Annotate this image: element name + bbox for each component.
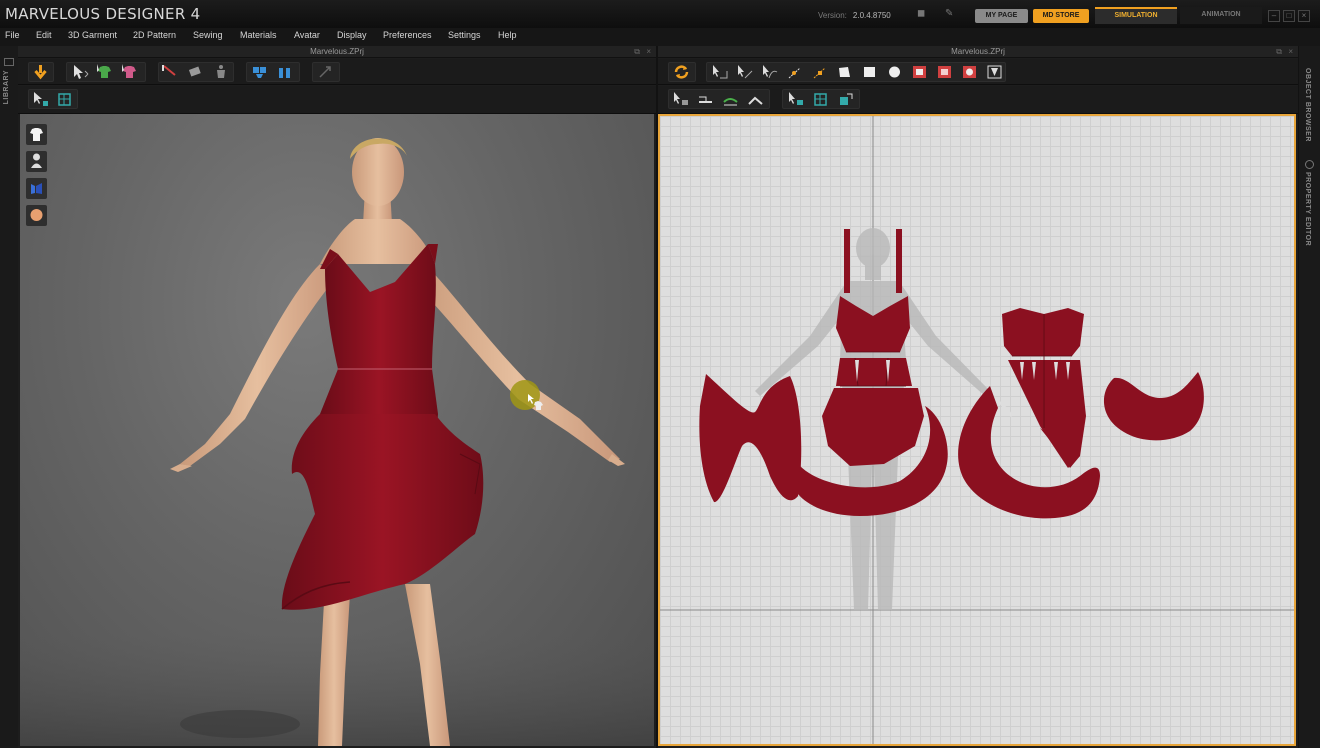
left-sidebar: LIBRARY [0,46,18,748]
arrangement-icon[interactable] [275,63,294,81]
pattern-back-skirt [1008,360,1086,468]
pattern-back-bodice [1002,308,1084,356]
edit-point-icon[interactable] [735,63,754,81]
title-bar: MARVELOUS DESIGNER 4 Version: 2.0.4.8750 … [0,0,1320,28]
md-store-button[interactable]: MD STORE [1033,9,1089,23]
animation-mode-tab[interactable]: ANIMATION [1180,7,1262,24]
pin-icon[interactable] [161,63,180,81]
pattern-canvas [660,116,1294,744]
fold-arrange-icon[interactable] [250,63,269,81]
tack-icon[interactable] [186,63,205,81]
segment-sewing-icon[interactable] [696,90,715,108]
free-sewing-icon[interactable] [721,90,740,108]
edit-sewing-icon[interactable] [671,90,690,108]
floor-shadow [180,710,300,738]
version-value: 2.0.4.8750 [852,11,891,20]
my-page-button[interactable]: MY PAGE [975,9,1028,23]
float-icon[interactable]: ⧉ [634,47,640,57]
maximize-icon[interactable]: □ [1283,10,1295,22]
garment-move-icon[interactable] [120,63,139,81]
refresh-icon[interactable] [672,63,691,81]
simulation-mode-tab[interactable]: SIMULATION [1095,7,1177,24]
panel-3d-title: Marvelous.ZPrj [18,46,656,58]
internal-rectangle-icon[interactable] [935,63,954,81]
version-label: Version: [818,11,847,20]
internal-circle-icon[interactable] [960,63,979,81]
viewport-2d[interactable] [658,114,1296,746]
fold-sewing-icon[interactable] [746,90,765,108]
garment-select-icon[interactable] [95,63,114,81]
simulate-icon[interactable] [31,63,50,81]
feedback-icon[interactable]: ✎ [945,9,959,19]
pattern-left-skirt [699,374,802,503]
measure-icon[interactable] [316,63,335,81]
avatar-pose-icon[interactable] [211,63,230,81]
menu-sewing[interactable]: Sewing [193,30,223,40]
toolbar-3d-row2 [18,86,656,114]
menu-display[interactable]: Display [337,30,367,40]
transform-pattern-icon[interactable] [710,63,729,81]
toolbar-2d-row1 [658,59,1298,85]
camera-icon[interactable]: ◼ [917,9,931,19]
pattern-front-skirt [822,388,924,466]
panel-close-icon[interactable]: × [646,47,651,56]
select-pattern-icon[interactable] [31,90,50,108]
texture-icon[interactable] [55,90,74,108]
object-browser-tab[interactable]: OBJECT BROWSER [1304,68,1311,142]
select-texture-icon[interactable] [786,90,805,108]
rectangle-icon[interactable] [860,63,879,81]
menu-materials[interactable]: Materials [240,30,277,40]
cursor-garment-icon [528,394,543,410]
version-info: Version: 2.0.4.8750 [818,11,891,20]
menu-bar: File Edit 3D Garment 2D Pattern Sewing M… [0,28,1320,46]
viewport-3d[interactable] [20,114,654,746]
property-editor-tab[interactable]: PROPERTY EDITOR [1304,172,1311,246]
menu-help[interactable]: Help [498,30,517,40]
app-title: MARVELOUS DESIGNER 4 [5,5,201,23]
pattern-strap-left [844,229,850,293]
edit-curve-icon[interactable] [760,63,779,81]
library-tab[interactable]: LIBRARY [3,70,10,104]
menu-2d-pattern[interactable]: 2D Pattern [133,30,176,40]
select-move-icon[interactable] [71,63,90,81]
library-icon[interactable] [4,58,14,66]
curve-point-icon[interactable] [810,63,829,81]
menu-preferences[interactable]: Preferences [383,30,432,40]
menu-file[interactable]: File [5,30,20,40]
transform-texture-icon[interactable] [836,90,855,108]
avatar-scene [20,138,654,746]
float-icon[interactable]: ⧉ [1276,47,1282,57]
close-icon[interactable]: × [1298,10,1310,22]
edit-texture-icon[interactable] [811,90,830,108]
internal-polygon-icon[interactable] [910,63,929,81]
panel-close-icon[interactable]: × [1288,47,1293,56]
menu-avatar[interactable]: Avatar [294,30,320,40]
toolbar-3d-row1 [18,59,656,85]
menu-edit[interactable]: Edit [36,30,52,40]
panel-2d-title: Marvelous.ZPrj [658,46,1298,58]
dress-skirt [281,414,484,610]
pattern-front-waist [836,358,912,386]
property-editor-icon [1305,160,1314,169]
pattern-collar-piece [1103,372,1204,441]
menu-settings[interactable]: Settings [448,30,481,40]
minimize-icon[interactable]: – [1268,10,1280,22]
circle-icon[interactable] [885,63,904,81]
menu-3d-garment[interactable]: 3D Garment [68,30,117,40]
polygon-icon[interactable] [835,63,854,81]
right-sidebar: OBJECT BROWSER PROPERTY EDITOR [1299,46,1320,748]
toolbar-2d-row2 [658,86,1298,114]
add-point-icon[interactable] [785,63,804,81]
dart-icon[interactable] [985,63,1004,81]
pattern-strap-right [896,229,902,293]
